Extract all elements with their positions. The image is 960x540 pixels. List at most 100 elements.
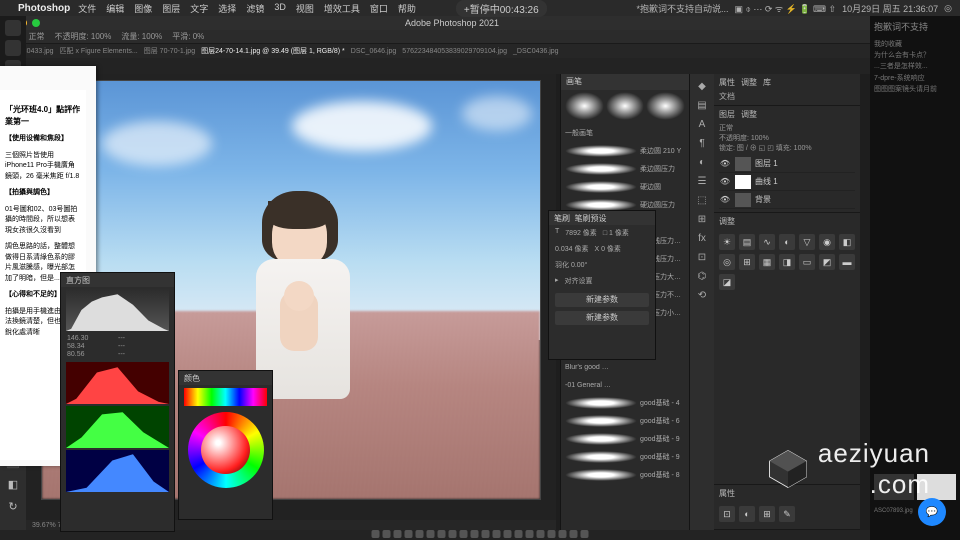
adj-exposure-icon[interactable]: ◐ <box>779 234 795 250</box>
panel-icon[interactable]: ⬚ <box>694 192 710 208</box>
opt-opacity[interactable]: 不透明度: 100% <box>54 31 111 42</box>
color-wheel[interactable] <box>188 412 264 488</box>
prop-button[interactable]: 新建参数 <box>555 311 649 325</box>
brush-item[interactable]: good基础 - 6 <box>565 413 685 429</box>
tab-props[interactable]: 属性 <box>719 488 735 499</box>
doc-tab[interactable]: 576223484053839029709104.jpg <box>402 48 507 55</box>
brush-item[interactable]: 硬边圆 <box>565 179 685 195</box>
adj-selective-color-icon[interactable]: ◪ <box>719 274 735 290</box>
bg-line[interactable]: 我的收藏 <box>874 39 956 50</box>
tab-properties[interactable]: 属性 <box>719 77 735 88</box>
prop-row[interactable]: 0.034 像素X 0 像素 <box>549 241 655 257</box>
layer-row[interactable]: 👁 曲线 1 <box>719 173 855 191</box>
layer-name[interactable]: 背景 <box>755 194 771 205</box>
adj-threshold-icon[interactable]: ◩ <box>819 254 835 270</box>
tab-a[interactable]: 笔刷 <box>554 214 570 223</box>
panel-icon[interactable]: ⊞ <box>694 211 710 227</box>
brush-item[interactable]: good基础 - 9 <box>565 431 685 447</box>
recording-timer[interactable]: +暂停中00:43:26 <box>456 0 547 17</box>
adj-levels-icon[interactable]: ▤ <box>739 234 755 250</box>
panel-icon[interactable]: ¶ <box>694 135 710 151</box>
opt-smooth[interactable]: 平滑: 0% <box>172 31 204 42</box>
menu-3d[interactable]: 3D <box>274 2 286 15</box>
opt-flow[interactable]: 流量: 100% <box>121 31 162 42</box>
screen-mode-icon[interactable]: ↻ <box>3 496 23 516</box>
menu-file[interactable]: 文件 <box>78 2 96 15</box>
tab-layers[interactable]: 图层 <box>719 109 735 120</box>
menu-select[interactable]: 选择 <box>218 2 236 15</box>
app-icon[interactable] <box>5 40 21 56</box>
panel-icon[interactable]: ☰ <box>694 173 710 189</box>
panel-icon[interactable]: ⌬ <box>694 268 710 284</box>
panel-icon[interactable]: A <box>694 116 710 132</box>
menu-type[interactable]: 文字 <box>190 2 208 15</box>
adj-invert-icon[interactable]: ◨ <box>779 254 795 270</box>
brush-item[interactable]: good基础 - 9 <box>565 449 685 465</box>
adj-hue-icon[interactable]: ◉ <box>819 234 835 250</box>
prop-row[interactable]: T7892 像素□ 1 像素 <box>549 225 655 241</box>
layer-lock-row[interactable]: 锁定: 图 / ⊕ ◱ ◰ 填充: 100% <box>719 143 855 153</box>
bg-line[interactable]: 7-dpre-系统响应 <box>874 73 956 84</box>
doc-tab[interactable]: 图层 70-70-1.jpg <box>144 46 195 56</box>
brush-item[interactable]: 一般画笔 <box>565 125 685 141</box>
small-icon[interactable]: ✎ <box>779 506 795 522</box>
panel-icon[interactable]: ◐ <box>694 154 710 170</box>
brush-item[interactable]: 柔边圆 210 Y <box>565 143 685 159</box>
layer-thumb[interactable] <box>735 157 751 171</box>
doc-tab[interactable]: 匹配 x Figure Elements... <box>60 46 138 56</box>
adj-lut-icon[interactable]: ▦ <box>759 254 775 270</box>
doc-tab[interactable]: _DSC0436.jpg <box>513 48 559 55</box>
panel-icon[interactable]: ▤ <box>694 97 710 113</box>
doc-tab-active[interactable]: 图层24-70-14.1.jpg @ 39.49 (图层 1, RGB/8) * <box>201 46 345 56</box>
small-icon[interactable]: ⊡ <box>719 506 735 522</box>
mac-dock[interactable] <box>372 528 589 540</box>
doc-tab[interactable]: DSC_0646.jpg <box>351 48 397 55</box>
menu-image[interactable]: 图像 <box>134 2 152 15</box>
tab-libraries[interactable]: 库 <box>763 77 771 88</box>
tab-adjustments[interactable]: 调整 <box>741 77 757 88</box>
adj-posterize-icon[interactable]: ▭ <box>799 254 815 270</box>
menu-window[interactable]: 窗口 <box>370 2 388 15</box>
bg-line[interactable]: 图图图案镜头请月前 <box>874 84 956 95</box>
adj-brightness-icon[interactable]: ☀ <box>719 234 735 250</box>
brush-item[interactable]: good基础 - 4 <box>565 395 685 411</box>
layer-name[interactable]: 图层 1 <box>755 158 778 169</box>
brush-folder[interactable]: Blur's good brush 7.0 P... <box>565 359 685 375</box>
adj-bw-icon[interactable]: ◧ <box>839 234 855 250</box>
menu-help[interactable]: 帮助 <box>398 2 416 15</box>
zoom-icon[interactable] <box>32 19 40 27</box>
visibility-icon[interactable]: 👁 <box>719 177 731 186</box>
brush-item[interactable]: good基础 - 8 <box>565 467 685 483</box>
layer-row[interactable]: 👁 背景 <box>719 191 855 209</box>
tab-b[interactable]: 笔刷预设 <box>574 214 606 223</box>
color-panel[interactable]: 颜色 <box>178 370 273 520</box>
prop-button[interactable]: 新建参数 <box>555 293 649 307</box>
layer-row[interactable]: 👁 图层 1 <box>719 155 855 173</box>
histogram-panel[interactable]: 直方图 146.30--- 58.34--- 80.56--- <box>60 272 175 532</box>
brush-preview-large[interactable] <box>646 92 685 120</box>
layer-opacity[interactable]: 不透明度: 100% <box>719 133 855 143</box>
menu-layer[interactable]: 图层 <box>162 2 180 15</box>
layer-thumb[interactable] <box>735 175 751 189</box>
menu-edit[interactable]: 编辑 <box>106 2 124 15</box>
panel-icon[interactable]: ◆ <box>694 78 710 94</box>
small-properties-panel[interactable]: 笔刷 笔刷预设 T7892 像素□ 1 像素 0.034 像素X 0 像素 羽化… <box>548 210 656 360</box>
adj-channel-mixer-icon[interactable]: ⊞ <box>739 254 755 270</box>
small-icon[interactable]: ◐ <box>739 506 755 522</box>
adj-photo-filter-icon[interactable]: ◎ <box>719 254 735 270</box>
panel-icon[interactable]: ⟲ <box>694 287 710 303</box>
adj-gradient-map-icon[interactable]: ▬ <box>839 254 855 270</box>
color-spectrum[interactable] <box>184 388 267 406</box>
bg-line[interactable]: 为什么会有卡点？ <box>874 50 956 61</box>
visibility-icon[interactable]: 👁 <box>719 159 731 168</box>
layer-thumb[interactable] <box>735 193 751 207</box>
menu-view[interactable]: 视图 <box>296 2 314 15</box>
brush-preview-large[interactable] <box>606 92 645 120</box>
status-icons[interactable]: ▣ ⌽ ⋯ ⟳ ᯤ ⚡ 🔋 ⌨ ⇧ <box>734 2 836 15</box>
siri-icon[interactable]: ◎ <box>944 3 952 14</box>
brush-item[interactable]: 柔边圆压力 <box>565 161 685 177</box>
adj-vibrance-icon[interactable]: ▽ <box>799 234 815 250</box>
adj-curves-icon[interactable]: ∿ <box>759 234 775 250</box>
bg-line[interactable]: ...三者是怎样效... <box>874 61 956 72</box>
panel-icon[interactable]: fx <box>694 230 710 246</box>
